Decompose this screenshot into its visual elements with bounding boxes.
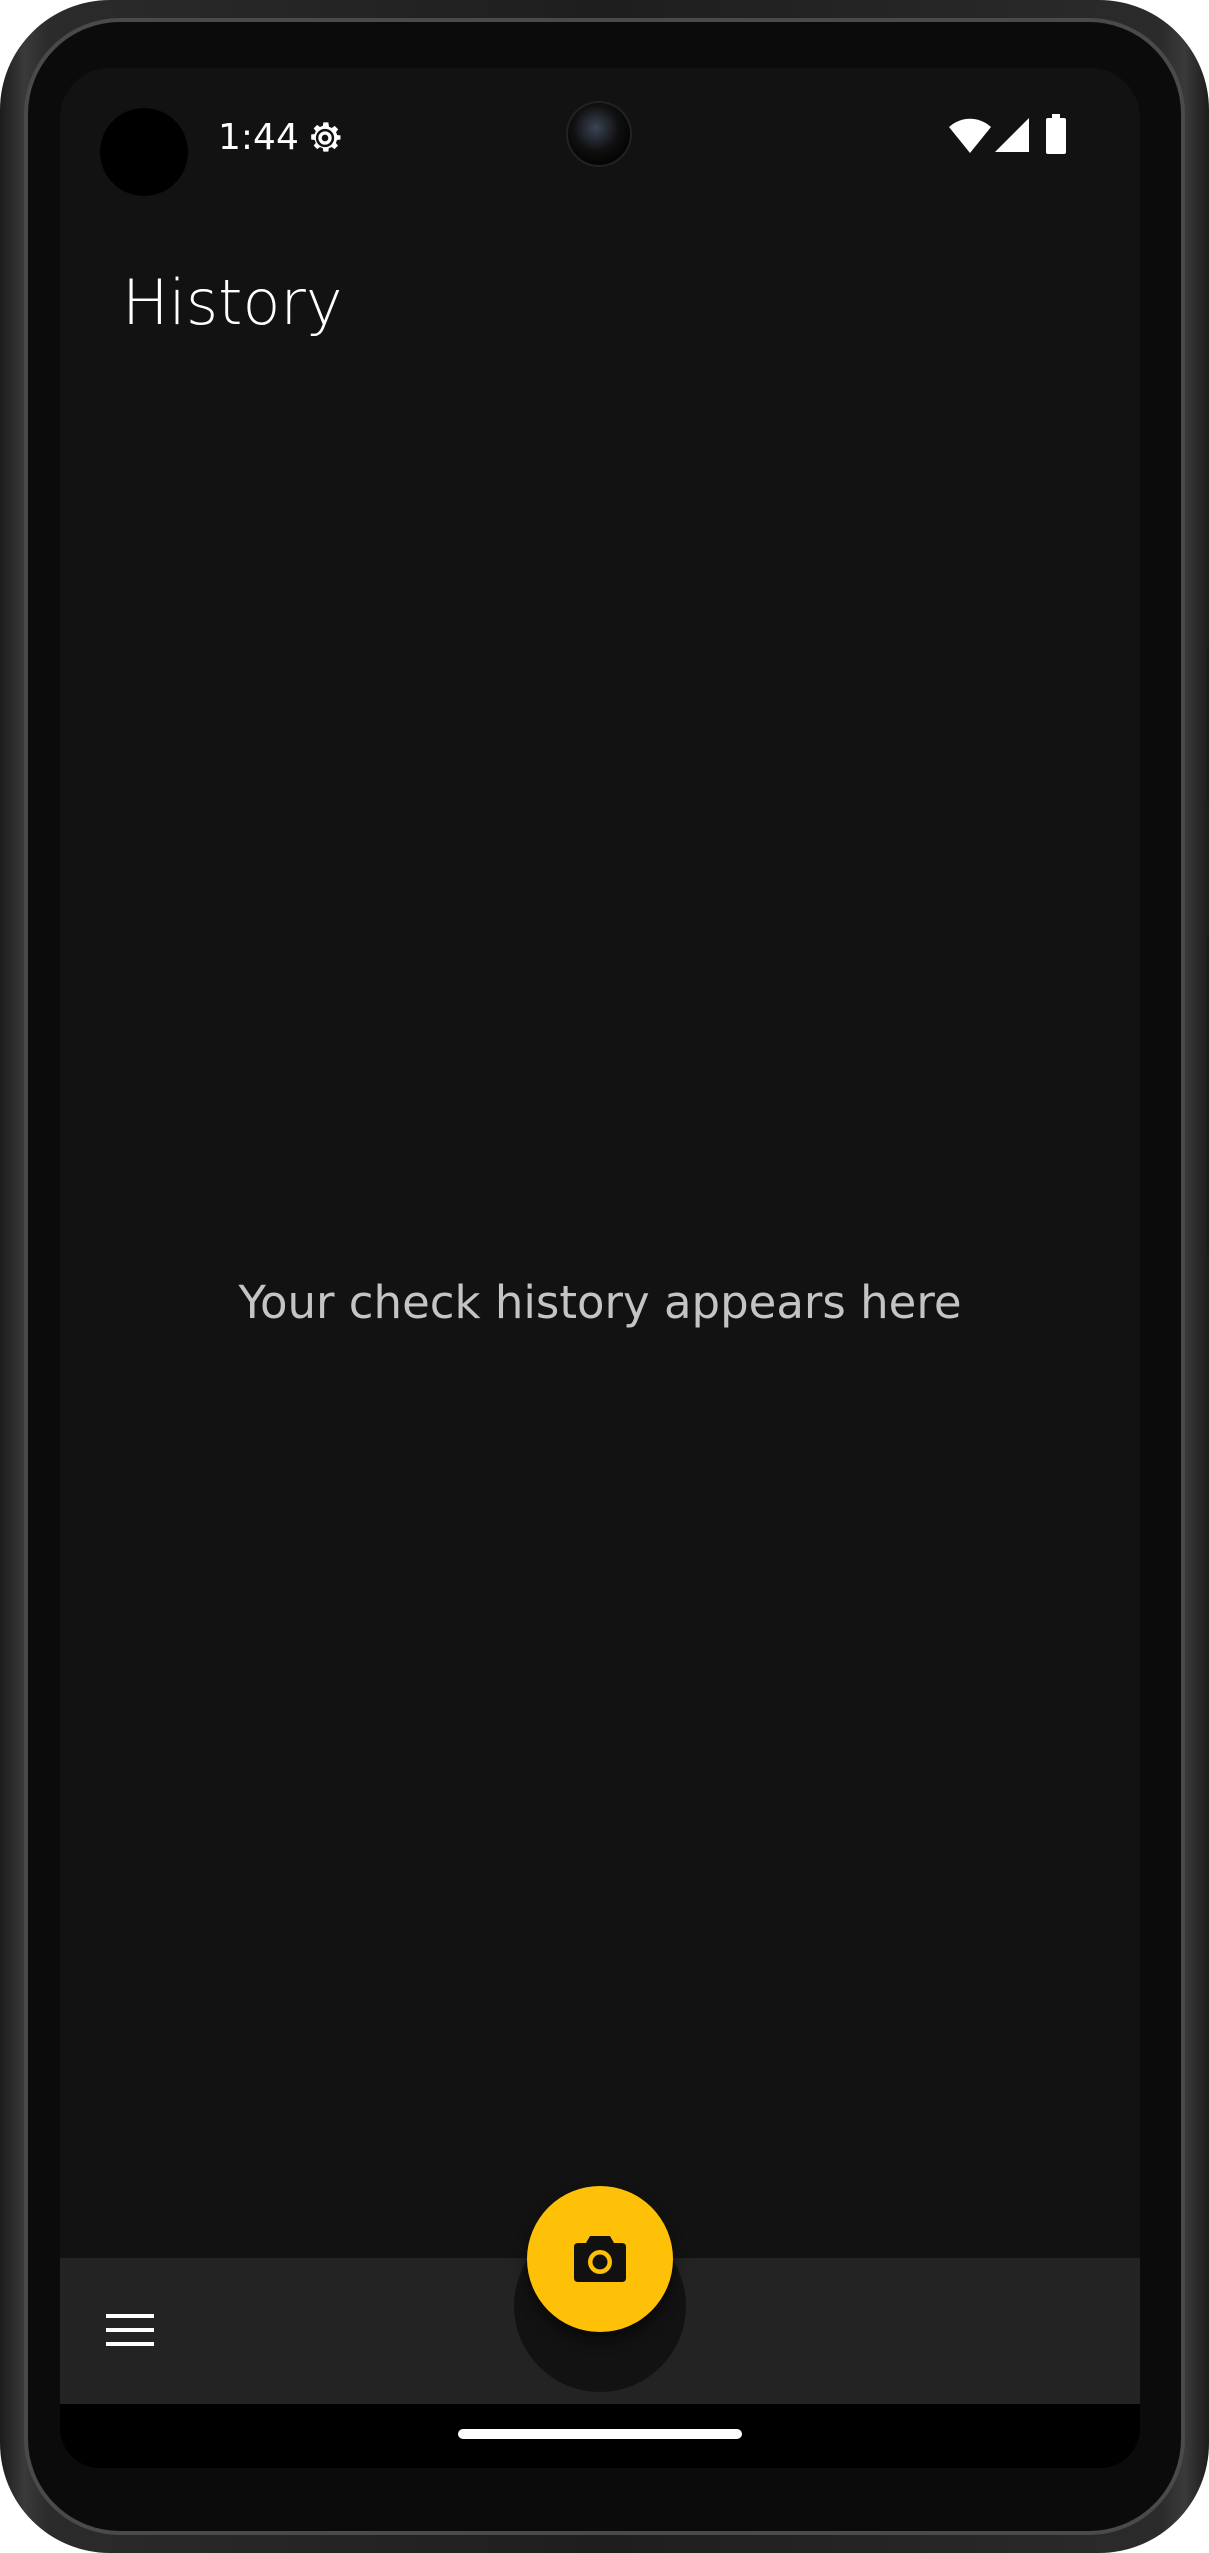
profile-dot — [100, 108, 188, 196]
menu-icon — [106, 2314, 154, 2346]
signal-icon — [995, 118, 1029, 152]
status-time: 1:44 — [218, 117, 299, 158]
camera-icon — [574, 2236, 626, 2282]
front-camera — [568, 103, 630, 165]
empty-state-message: Your check history appears here — [238, 1276, 962, 1329]
menu-button[interactable] — [100, 2300, 160, 2360]
settings-icon — [311, 122, 341, 152]
phone-frame: 1:44 History Your check history appears … — [0, 0, 1209, 2553]
battery-icon — [1046, 114, 1066, 154]
page-title: History — [122, 266, 343, 339]
app-screen: 1:44 History Your check history appears … — [60, 68, 1140, 2468]
wifi-icon — [949, 118, 991, 153]
camera-fab-button[interactable] — [527, 2186, 673, 2332]
home-indicator[interactable] — [458, 2429, 742, 2439]
status-bar: 1:44 — [60, 68, 1140, 208]
